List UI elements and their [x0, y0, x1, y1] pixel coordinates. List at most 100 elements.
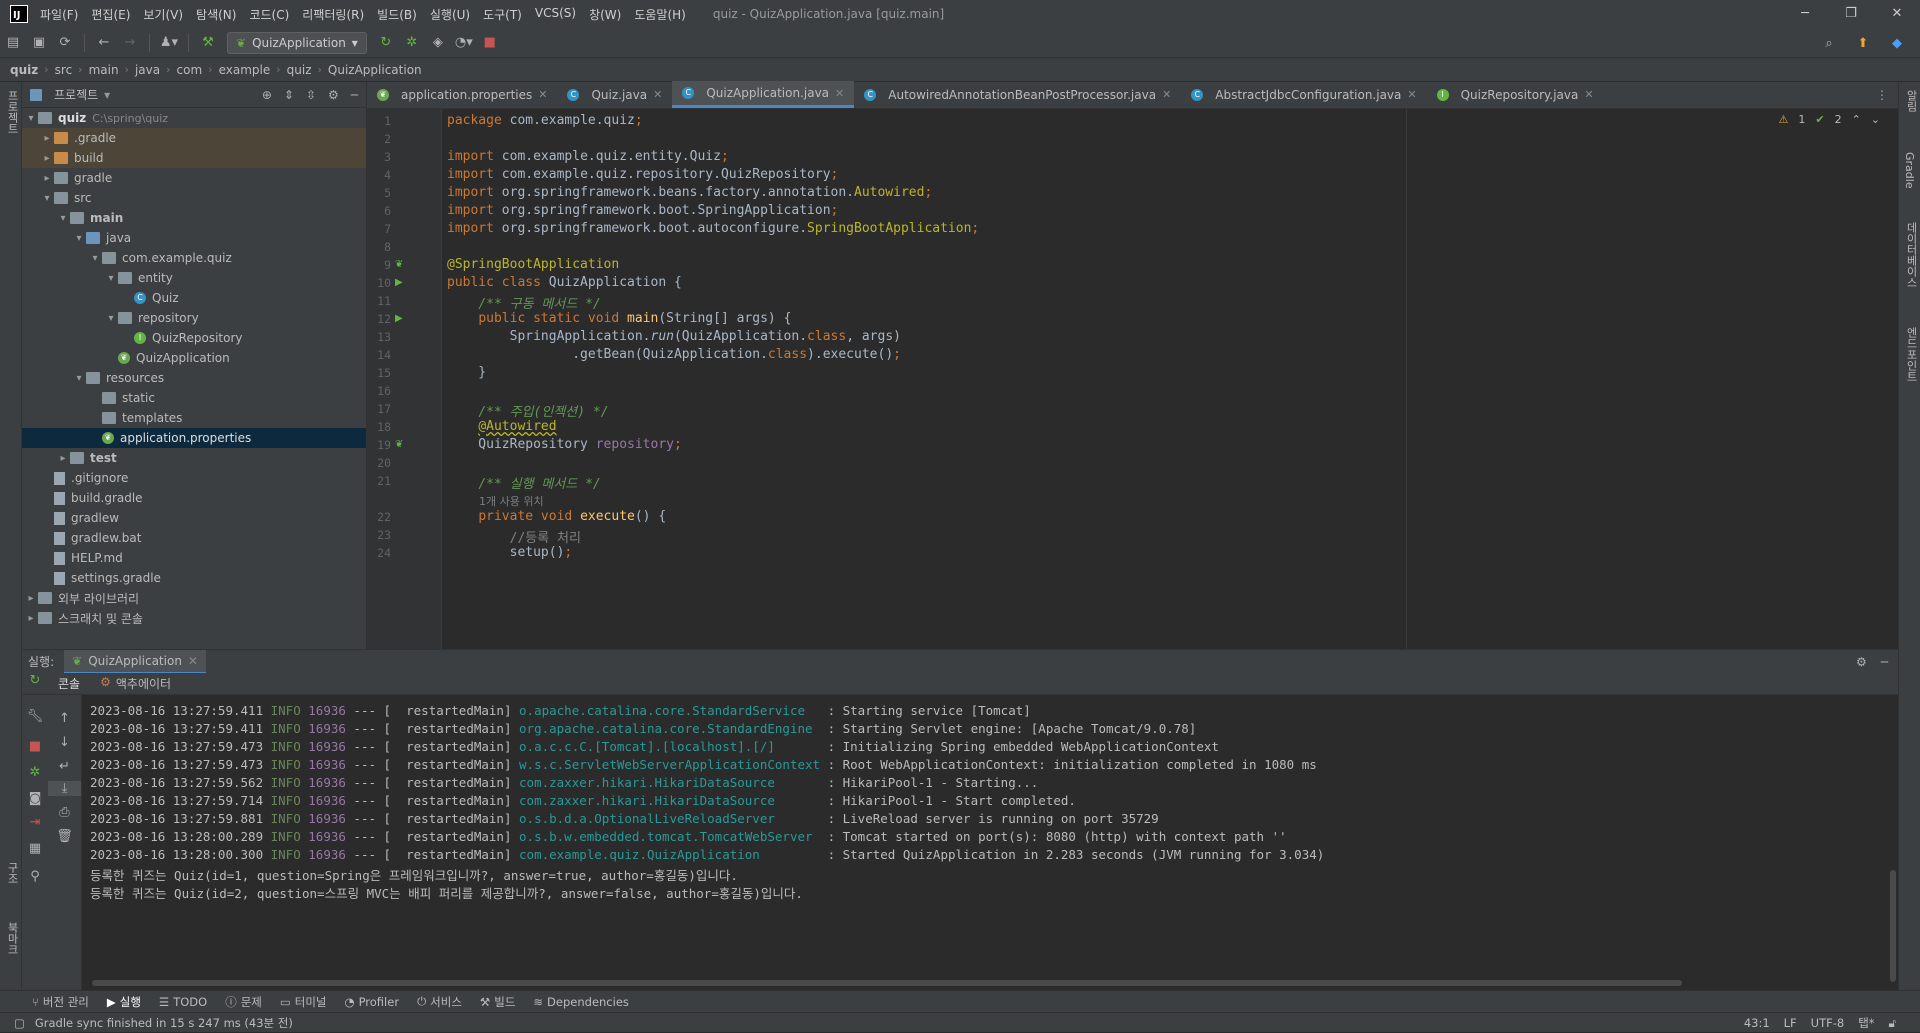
update-icon[interactable]: ⬆: [1852, 32, 1874, 54]
menu-item[interactable]: 탐색(N): [196, 6, 236, 23]
tree-item[interactable]: I QuizRepository: [22, 328, 366, 348]
coverage-icon[interactable]: ◈: [427, 32, 449, 54]
editor-tab[interactable]: I QuizRepository.java ✕: [1427, 81, 1604, 108]
scroll-up-icon[interactable]: ↑: [48, 711, 81, 726]
status-message[interactable]: Gradle sync finished in 15 s 247 ms (43분…: [35, 1015, 293, 1031]
scroll-to-end-icon[interactable]: ⤓: [48, 781, 81, 796]
editor-tab[interactable]: C AbstractJdbcConfiguration.java ✕: [1181, 81, 1426, 108]
breadcrumb-item[interactable]: main: [89, 63, 119, 77]
menu-item[interactable]: 도움말(H): [634, 6, 686, 23]
tree-item[interactable]: ▾ main: [22, 208, 366, 228]
log-logger[interactable]: com.zaxxer.hikari.HikariDataSource: [519, 793, 820, 808]
tree-item[interactable]: ▾ com.example.quiz: [22, 248, 366, 268]
trash-icon[interactable]: 🗑︎: [48, 829, 81, 844]
console-vertical-scrollbar[interactable]: [1890, 870, 1896, 982]
exit-icon[interactable]: ⇥: [22, 815, 48, 830]
menu-item[interactable]: 보기(V): [143, 6, 183, 23]
hide-icon[interactable]: ─: [1881, 655, 1888, 669]
tool-window-button[interactable]: ▭ 터미널: [280, 994, 327, 1010]
structure-tool-label[interactable]: 구조: [4, 862, 20, 884]
bookmarks-tool-label[interactable]: 북마크: [4, 922, 20, 955]
jetbrains-icon[interactable]: ◆: [1886, 32, 1908, 54]
gear-icon[interactable]: ⚙: [328, 88, 339, 102]
close-icon[interactable]: ✕: [188, 654, 198, 668]
tree-item[interactable]: ▸ test: [22, 448, 366, 468]
locate-icon[interactable]: ⊕: [262, 88, 272, 102]
stop-icon[interactable]: ■: [22, 739, 48, 754]
tree-item[interactable]: ▾ repository: [22, 308, 366, 328]
tree-root[interactable]: ▾ quiz C:\spring\quiz: [22, 108, 366, 128]
log-logger[interactable]: o.a.c.c.C.[Tomcat].[localhost].[/]: [519, 739, 820, 754]
menu-item[interactable]: 편집(E): [91, 6, 130, 23]
menu-item[interactable]: 코드(C): [249, 6, 289, 23]
editor-tab[interactable]: C Quiz.java ✕: [557, 81, 672, 108]
tool-window-button[interactable]: ⑂ 버전 관리: [32, 994, 89, 1010]
more-tabs-icon[interactable]: ⋮: [1866, 88, 1898, 108]
wrench-icon[interactable]: 🔧︎: [22, 709, 48, 724]
tree-item[interactable]: .gitignore: [22, 468, 366, 488]
run-configuration-select[interactable]: ❦ QuizApplication ▾: [227, 31, 367, 54]
tree-item[interactable]: templates: [22, 408, 366, 428]
scroll-down-icon[interactable]: ↓: [48, 735, 81, 750]
open-folder-icon[interactable]: ▤: [2, 32, 24, 54]
code-editor[interactable]: ⚠ 1 ✔ 2 ⌃ ⌄ package com.example.quiz; impor…: [442, 109, 1898, 649]
menu-item[interactable]: 창(W): [589, 6, 621, 23]
menu-item[interactable]: 빌드(B): [377, 6, 417, 23]
close-icon[interactable]: ✕: [1162, 88, 1171, 101]
menu-item[interactable]: 도구(T): [483, 6, 522, 23]
run-gutter-icon[interactable]: ▶: [395, 277, 403, 288]
chevron-up-icon[interactable]: ⌃: [1852, 113, 1861, 126]
editor-tab[interactable]: ❦ application.properties ✕: [367, 81, 557, 108]
profile-icon[interactable]: ◔▾: [453, 32, 475, 54]
tree-item[interactable]: ▸ 스크래치 및 콘솔: [22, 608, 366, 628]
minimize-icon[interactable]: ─: [1782, 0, 1828, 28]
breadcrumb-item[interactable]: quiz: [10, 63, 38, 77]
tree-item[interactable]: ▸ 외부 라이브러리: [22, 588, 366, 608]
tree-item[interactable]: ❦ QuizApplication: [22, 348, 366, 368]
build-hammer-icon[interactable]: ⚒: [197, 32, 219, 54]
autowired-gutter-icon[interactable]: ❦: [395, 439, 403, 450]
breadcrumb-item[interactable]: src: [55, 63, 73, 77]
collapse-all-icon[interactable]: ⇳: [306, 88, 316, 102]
tree-item[interactable]: ❦ application.properties: [22, 428, 366, 448]
inspection-widget[interactable]: ⚠ 1 ✔ 2 ⌃ ⌄: [1778, 113, 1880, 126]
tool-window-button[interactable]: ≋ Dependencies: [533, 995, 628, 1009]
tool-window-button[interactable]: ⓘ 문제: [225, 994, 262, 1010]
print-icon[interactable]: ⎙: [48, 805, 81, 820]
console-horizontal-scrollbar[interactable]: [92, 980, 1682, 986]
restore-icon[interactable]: ❐: [1828, 0, 1874, 28]
tool-window-button[interactable]: ▶ 실행: [107, 994, 141, 1010]
expand-all-icon[interactable]: ⇕: [284, 88, 294, 102]
tree-item[interactable]: C Quiz: [22, 288, 366, 308]
tool-window-button[interactable]: ◔ Profiler: [345, 995, 400, 1009]
pin-icon[interactable]: ⚲: [22, 869, 48, 884]
usages-inlay-hint[interactable]: 1개 사용 위치: [479, 493, 544, 509]
user-icon[interactable]: ♟▾: [158, 32, 180, 54]
back-icon[interactable]: ←: [93, 32, 115, 54]
log-logger[interactable]: com.example.quiz.QuizApplication: [519, 847, 820, 862]
tool-window-button[interactable]: ☰ TODO: [159, 995, 207, 1009]
soft-wrap-icon[interactable]: ↵: [48, 759, 81, 774]
chevron-down-icon[interactable]: ▾: [104, 88, 110, 102]
editor-tab[interactable]: C AutowiredAnnotationBeanPostProcessor.ja…: [854, 81, 1181, 108]
camera-icon[interactable]: ◙: [22, 791, 48, 806]
save-icon[interactable]: ▣: [28, 32, 50, 54]
chevron-down-icon[interactable]: ⌄: [1871, 113, 1880, 126]
log-logger[interactable]: o.s.b.d.a.OptionalLiveReloadServer: [519, 811, 820, 826]
menu-item[interactable]: 리팩터링(R): [302, 6, 364, 23]
tree-item[interactable]: static: [22, 388, 366, 408]
run-gutter-icon[interactable]: ▶: [395, 313, 403, 324]
tree-item[interactable]: ▾ entity: [22, 268, 366, 288]
tree-item[interactable]: ▸ build: [22, 148, 366, 168]
close-icon[interactable]: ✕: [1874, 0, 1920, 28]
file-encoding[interactable]: UTF-8: [1811, 1016, 1845, 1030]
console-output[interactable]: 2023-08-16 13:27:59.411 INFO 16936 --- […: [82, 695, 1898, 990]
notifications-tool-label[interactable]: 알림: [1903, 90, 1919, 112]
breadcrumb-item[interactable]: quiz: [287, 63, 312, 77]
project-tool-label[interactable]: 프로젝트: [4, 90, 20, 134]
run-config-tab[interactable]: ❦ QuizApplication ✕: [64, 649, 206, 674]
debug-icon[interactable]: ✲: [401, 32, 423, 54]
tree-item[interactable]: gradlew: [22, 508, 366, 528]
tool-window-button[interactable]: ⚒ 빌드: [480, 994, 515, 1010]
database-tool-label[interactable]: 데이터베이스: [1903, 222, 1919, 288]
